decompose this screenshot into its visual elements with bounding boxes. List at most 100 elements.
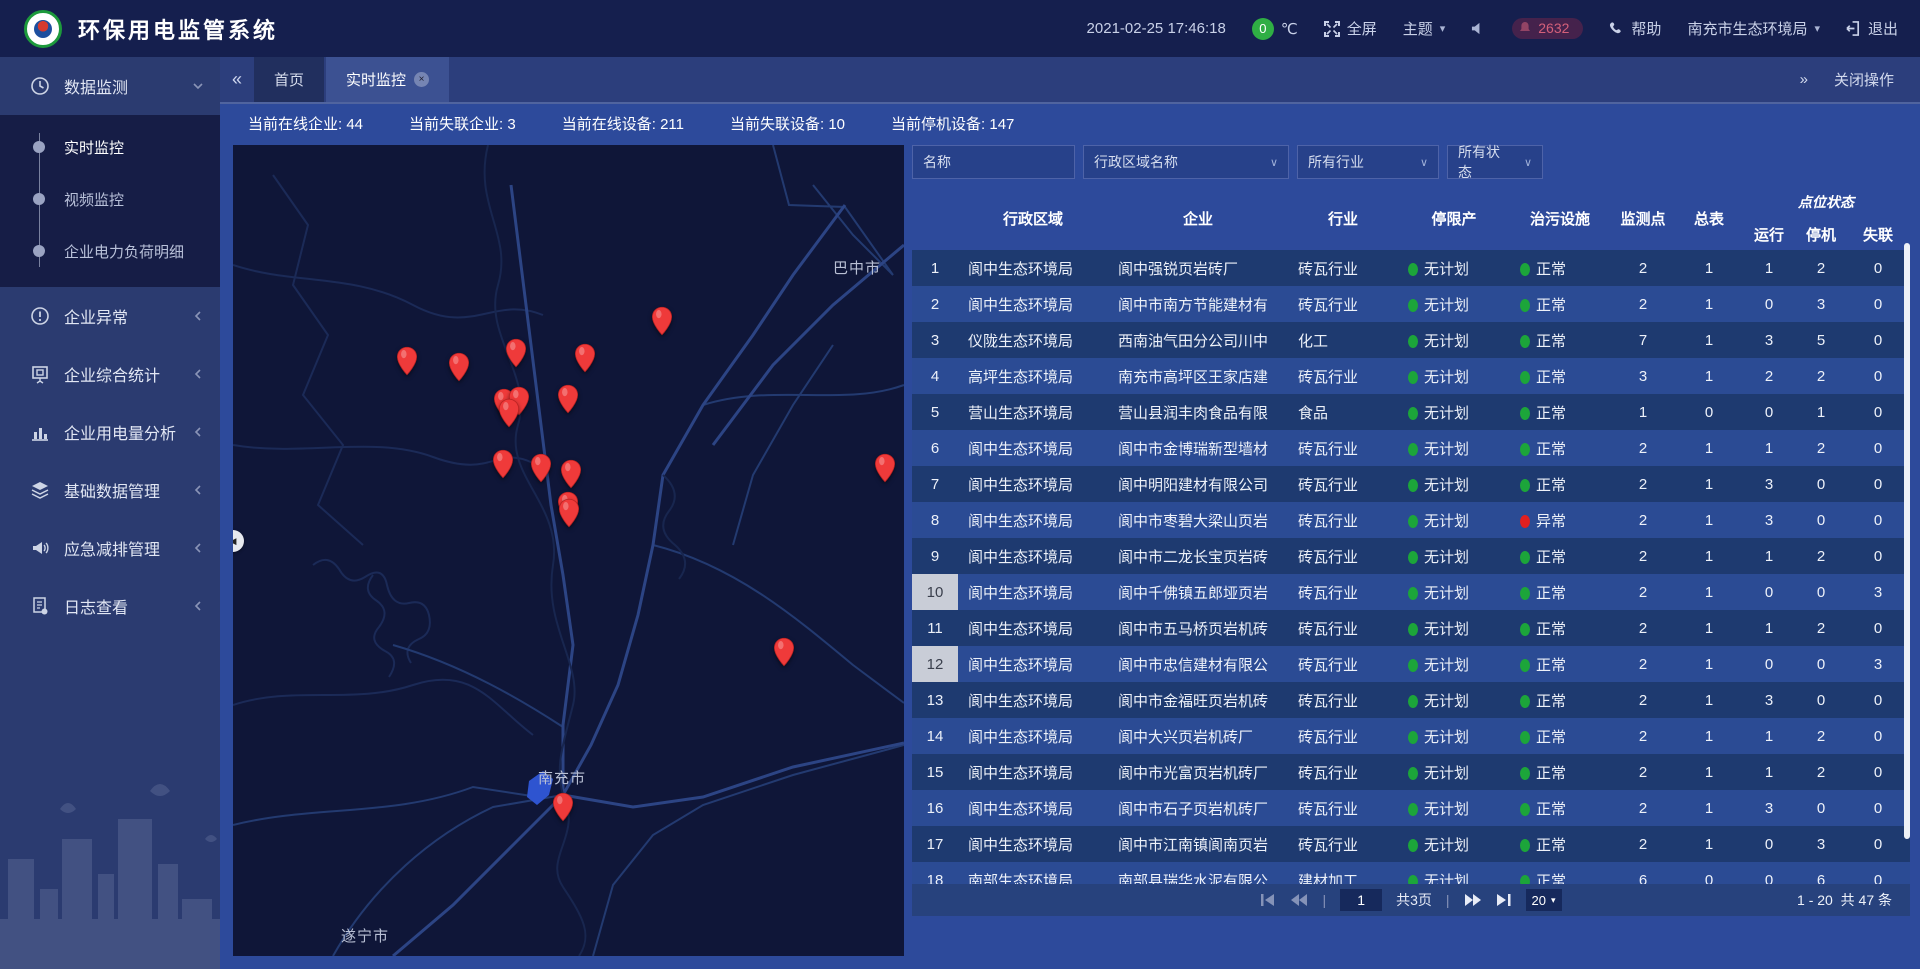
sidebar-item-enterprise-abnormal[interactable]: 企业异常: [0, 287, 220, 345]
divider: |: [1446, 892, 1450, 908]
map-pin-icon[interactable]: [773, 637, 795, 667]
points-cell: 2: [1610, 682, 1676, 718]
sidebar-item-log-view[interactable]: 日志查看: [0, 577, 220, 635]
industry-cell: 砖瓦行业: [1288, 502, 1398, 538]
table-row[interactable]: 1 阆中生态环境局 阆中强锐页岩砖厂 砖瓦行业 无计划 正常 2 1 1 2 0: [912, 250, 1910, 286]
status-dot-icon: [1520, 695, 1530, 708]
industry-cell: 砖瓦行业: [1288, 358, 1398, 394]
map-pin-icon[interactable]: [396, 346, 418, 376]
row-index-cell: 7: [912, 466, 958, 502]
map-pin-icon[interactable]: [560, 459, 582, 489]
facility-status-cell: 正常: [1510, 610, 1610, 646]
sidebar-item-power-load-detail[interactable]: 企业电力负荷明细: [0, 225, 220, 277]
sidebar-item-power-usage-analysis[interactable]: 企业用电量分析: [0, 403, 220, 461]
prev-page-button[interactable]: [1290, 893, 1308, 907]
meters-cell: 1: [1676, 574, 1742, 610]
sidebar-item-label: 企业电力负荷明细: [64, 241, 184, 262]
map-pin-icon[interactable]: [557, 384, 579, 414]
main-content: 巴中市 南充市 遂宁市 ◀ 名称 行政区域名称∨ 所有行业∨ 所有状态∨: [220, 141, 1920, 969]
scrollbar-thumb[interactable]: [1904, 243, 1910, 839]
map-pin-icon[interactable]: [448, 352, 470, 382]
tab-home[interactable]: 首页: [254, 57, 324, 102]
limit-status-cell: 无计划: [1398, 682, 1510, 718]
divider: |: [1322, 892, 1326, 908]
limit-status-cell: 无计划: [1398, 790, 1510, 826]
sidebar-item-label: 基础数据管理: [64, 478, 160, 502]
col-offline: 失联: [1846, 218, 1910, 250]
table-row[interactable]: 5 营山生态环境局 营山县润丰肉食品有限 食品 无计划 正常 1 0 0 1 0: [912, 394, 1910, 430]
tabs-scroll-right-button[interactable]: »: [1800, 71, 1808, 88]
sidebar-item-emergency-reduction[interactable]: 应急减排管理: [0, 519, 220, 577]
map-pin-icon[interactable]: [498, 398, 520, 428]
map-pin-icon[interactable]: [552, 792, 574, 822]
tabs-scroll-left-button[interactable]: «: [220, 57, 254, 102]
last-page-button[interactable]: [1496, 893, 1512, 907]
table-row[interactable]: 7 阆中生态环境局 阆中明阳建材有限公司 砖瓦行业 无计划 正常 2 1 3 0…: [912, 466, 1910, 502]
sidebar-item-enterprise-statistics[interactable]: 企业综合统计: [0, 345, 220, 403]
table-row[interactable]: 8 阆中生态环境局 阆中市枣碧大梁山页岩 砖瓦行业 无计划 异常 2 1 3 0…: [912, 502, 1910, 538]
table-row[interactable]: 2 阆中生态环境局 阆中市南方节能建材有 砖瓦行业 无计划 正常 2 1 0 3…: [912, 286, 1910, 322]
map-pins: [233, 145, 904, 956]
theme-dropdown[interactable]: 主题▾: [1403, 18, 1446, 39]
tab-realtime-monitor[interactable]: 实时监控 ×: [326, 57, 449, 102]
help-button[interactable]: 帮助: [1609, 18, 1661, 39]
map-pin-icon[interactable]: [874, 453, 896, 483]
sidebar-item-data-monitor[interactable]: 数据监测: [0, 57, 220, 115]
logout-button[interactable]: 退出: [1846, 18, 1898, 39]
map-pin-icon[interactable]: [492, 449, 514, 479]
limit-status-cell: 无计划: [1398, 466, 1510, 502]
meters-cell: 1: [1676, 682, 1742, 718]
sidebar-item-base-data-management[interactable]: 基础数据管理: [0, 461, 220, 519]
map-pin-icon[interactable]: [574, 343, 596, 373]
table-row[interactable]: 12 阆中生态环境局 阆中市忠信建材有限公 砖瓦行业 无计划 正常 2 1 0 …: [912, 646, 1910, 682]
table-row[interactable]: 17 阆中生态环境局 阆中市江南镇阆南页岩 砖瓦行业 无计划 正常 2 1 0 …: [912, 826, 1910, 862]
name-search-input[interactable]: 名称: [912, 145, 1075, 179]
region-cell: 阆中生态环境局: [958, 610, 1108, 646]
close-operations-button[interactable]: 关闭操作: [1834, 69, 1894, 90]
table-row[interactable]: 16 阆中生态环境局 阆中市石子页岩机砖厂 砖瓦行业 无计划 正常 2 1 3 …: [912, 790, 1910, 826]
company-cell: 西南油气田分公司川中: [1108, 322, 1288, 358]
offline-cell: 0: [1846, 682, 1910, 718]
company-cell: 阆中市南方节能建材有: [1108, 286, 1288, 322]
page-number-input[interactable]: 1: [1340, 889, 1382, 911]
facility-status-cell: 正常: [1510, 358, 1610, 394]
industry-select[interactable]: 所有行业∨: [1297, 145, 1439, 179]
table-row[interactable]: 3 仪陇生态环境局 西南油气田分公司川中 化工 无计划 正常 7 1 3 5 0: [912, 322, 1910, 358]
running-cell: 0: [1742, 574, 1796, 610]
tab-close-icon[interactable]: ×: [414, 72, 429, 87]
table-row[interactable]: 10 阆中生态环境局 阆中千佛镇五郎垭页岩 砖瓦行业 无计划 正常 2 1 0 …: [912, 574, 1910, 610]
facility-status-cell: 正常: [1510, 790, 1610, 826]
row-index-cell: 11: [912, 610, 958, 646]
map-pin-icon[interactable]: [558, 498, 580, 528]
speaker-icon[interactable]: [1471, 21, 1486, 36]
status-select[interactable]: 所有状态∨: [1447, 145, 1543, 179]
status-dot-icon: [1520, 479, 1530, 492]
limit-status-cell: 无计划: [1398, 430, 1510, 466]
row-index-cell: 17: [912, 826, 958, 862]
page-size-select[interactable]: 20▾: [1526, 889, 1562, 911]
limit-status-cell: 无计划: [1398, 610, 1510, 646]
table-row[interactable]: 9 阆中生态环境局 阆中市二龙长宝页岩砖 砖瓦行业 无计划 正常 2 1 1 2…: [912, 538, 1910, 574]
notification-badge[interactable]: 2632: [1512, 18, 1583, 39]
running-cell: 0: [1742, 286, 1796, 322]
map-pin-icon[interactable]: [530, 453, 552, 483]
table-scrollbar[interactable]: [1904, 243, 1910, 891]
map-pin-icon[interactable]: [505, 338, 527, 368]
table-wrap: 行政区域 企业 行业 停限产 治污设施 监测点 总表 点位状态 运行 停机 失联: [912, 179, 1910, 914]
table-row[interactable]: 13 阆中生态环境局 阆中市金福旺页岩机砖 砖瓦行业 无计划 正常 2 1 3 …: [912, 682, 1910, 718]
sidebar-item-video-monitor[interactable]: 视频监控: [0, 173, 220, 225]
map[interactable]: 巴中市 南充市 遂宁市 ◀: [233, 145, 904, 956]
sidebar-item-realtime-monitor[interactable]: 实时监控: [0, 121, 220, 173]
table-row[interactable]: 4 高坪生态环境局 南充市高坪区王家店建 砖瓦行业 无计划 正常 3 1 2 2…: [912, 358, 1910, 394]
user-org-dropdown[interactable]: 南充市生态环境局▾: [1687, 18, 1820, 39]
table-row[interactable]: 14 阆中生态环境局 阆中大兴页岩机砖厂 砖瓦行业 无计划 正常 2 1 1 2…: [912, 718, 1910, 754]
table-row[interactable]: 15 阆中生态环境局 阆中市光富页岩机砖厂 砖瓦行业 无计划 正常 2 1 1 …: [912, 754, 1910, 790]
table-row[interactable]: 11 阆中生态环境局 阆中市五马桥页岩机砖 砖瓦行业 无计划 正常 2 1 1 …: [912, 610, 1910, 646]
company-cell: 阆中市江南镇阆南页岩: [1108, 826, 1288, 862]
next-page-button[interactable]: [1464, 893, 1482, 907]
region-select[interactable]: 行政区域名称∨: [1083, 145, 1289, 179]
first-page-button[interactable]: [1260, 893, 1276, 907]
fullscreen-button[interactable]: 全屏: [1324, 18, 1377, 39]
map-pin-icon[interactable]: [651, 306, 673, 336]
table-row[interactable]: 6 阆中生态环境局 阆中市金博瑞新型墙材 砖瓦行业 无计划 正常 2 1 1 2…: [912, 430, 1910, 466]
